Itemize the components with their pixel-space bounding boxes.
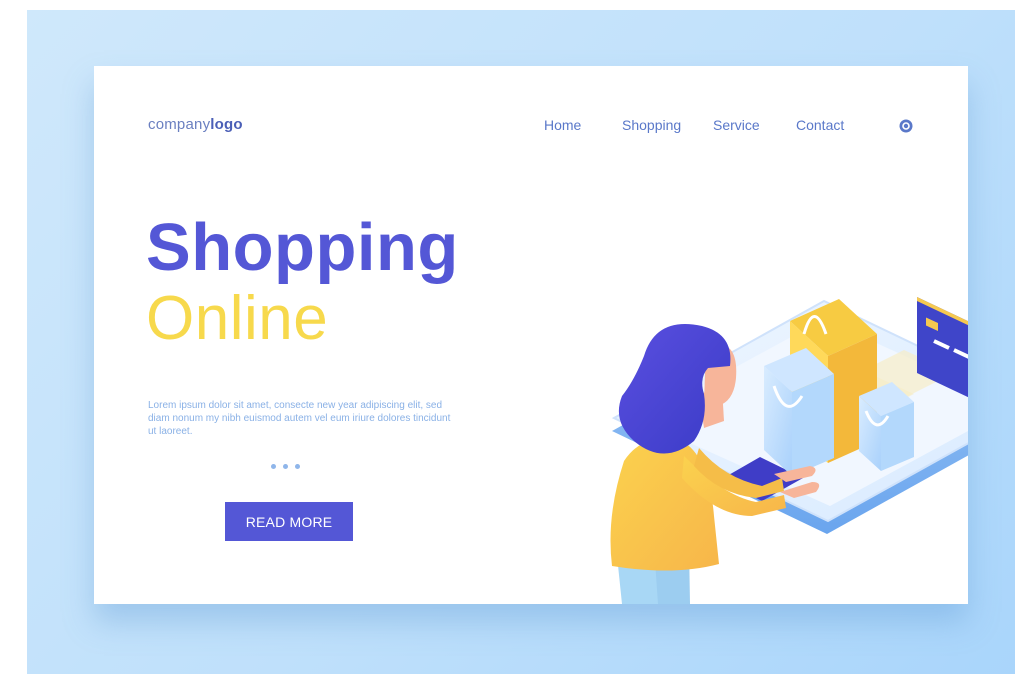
nav-link-service[interactable]: Service [713,117,760,133]
carousel-dots [271,464,300,469]
read-more-button[interactable]: READ MORE [225,502,353,541]
logo-prefix: company [148,116,211,133]
landing-page-card: companylogo Home Shopping Service Contac… [94,66,968,604]
nav-link-shopping[interactable]: Shopping [622,117,681,133]
online-shopping-illustration [610,297,968,604]
nav-link-contact[interactable]: Contact [796,117,844,133]
hero-subtitle: Online [146,284,329,353]
company-logo[interactable]: companylogo [148,116,243,133]
carousel-dot[interactable] [271,464,276,469]
carousel-dot[interactable] [283,464,288,469]
hero-title: Shopping [146,210,459,285]
logo-bold: logo [210,116,243,133]
carousel-dot[interactable] [295,464,300,469]
search-icon[interactable] [898,118,914,134]
nav-link-home[interactable]: Home [544,117,581,133]
hero-description: Lorem ipsum dolor sit amet, consecte new… [148,400,451,437]
